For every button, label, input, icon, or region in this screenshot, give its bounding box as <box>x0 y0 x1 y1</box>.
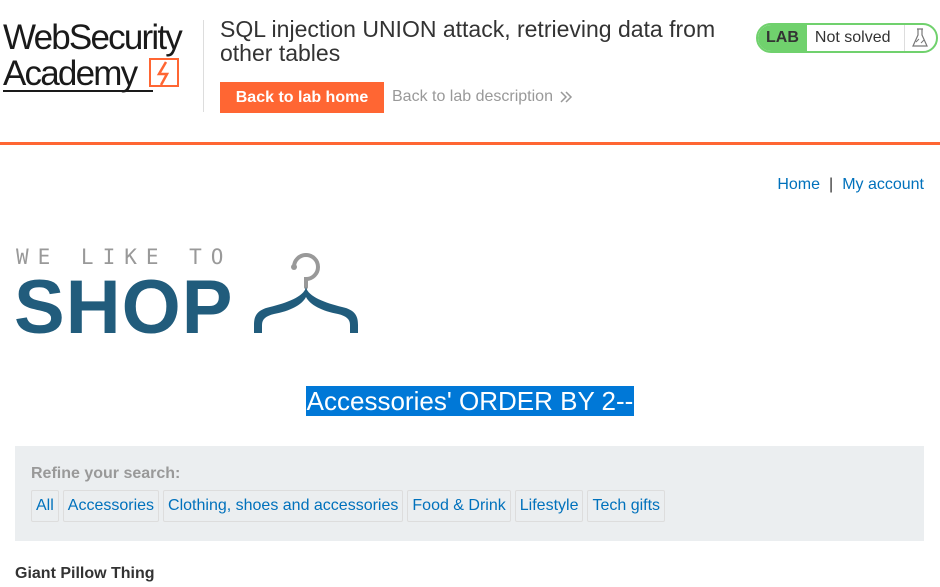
category-filters: All Accessories Clothing, shoes and acce… <box>31 490 666 522</box>
product-name[interactable]: Giant Pillow Thing <box>15 565 155 583</box>
logo-line1: WebSecurity <box>3 18 183 57</box>
hanger-icon <box>254 253 358 333</box>
category-all[interactable]: All <box>31 490 59 522</box>
back-to-lab-home-button[interactable]: Back to lab home <box>220 82 384 113</box>
lab-badge-label: LAB <box>758 25 807 51</box>
academy-header: WebSecurity Academy SQL injection UNION … <box>0 0 940 142</box>
header-divider <box>203 20 204 112</box>
logo-underline <box>3 90 153 92</box>
lab-status-text: Not solved <box>807 25 906 51</box>
back-to-lab-description-link[interactable]: Back to lab description <box>392 88 573 106</box>
flask-icon <box>905 25 935 51</box>
category-tech-gifts[interactable]: Tech gifts <box>587 490 666 522</box>
shop-logo: WE LIKE TO SHOP <box>14 245 374 346</box>
academy-logo[interactable]: WebSecurity Academy <box>3 20 203 95</box>
refine-search-panel: Refine your search: All Accessories Clot… <box>15 446 924 541</box>
category-clothing[interactable]: Clothing, shoes and accessories <box>163 490 404 522</box>
logo-line2: Academy <box>3 54 138 93</box>
lab-title: SQL injection UNION attack, retrieving d… <box>220 16 716 66</box>
logo-bolt-icon <box>149 58 179 87</box>
category-accessories[interactable]: Accessories <box>62 490 160 522</box>
search-results-heading: Accessories' ORDER BY 2-- <box>0 386 940 417</box>
nav-my-account-link[interactable]: My account <box>842 176 924 193</box>
nav-separator: | <box>829 176 834 193</box>
shop-logo-word: SHOP <box>14 265 234 350</box>
category-lifestyle[interactable]: Lifestyle <box>514 490 584 522</box>
top-nav: Home | My account <box>777 176 924 194</box>
back-desc-label: Back to lab description <box>392 88 553 105</box>
double-chevron-right-icon <box>560 91 573 103</box>
header-orange-rule <box>0 142 940 145</box>
category-food-drink[interactable]: Food & Drink <box>407 490 511 522</box>
heading-text: Accessories' ORDER BY 2-- <box>305 386 635 416</box>
nav-home-link[interactable]: Home <box>777 176 820 193</box>
refine-label: Refine your search: <box>31 465 181 482</box>
lab-status-badge: LAB Not solved <box>756 23 938 53</box>
